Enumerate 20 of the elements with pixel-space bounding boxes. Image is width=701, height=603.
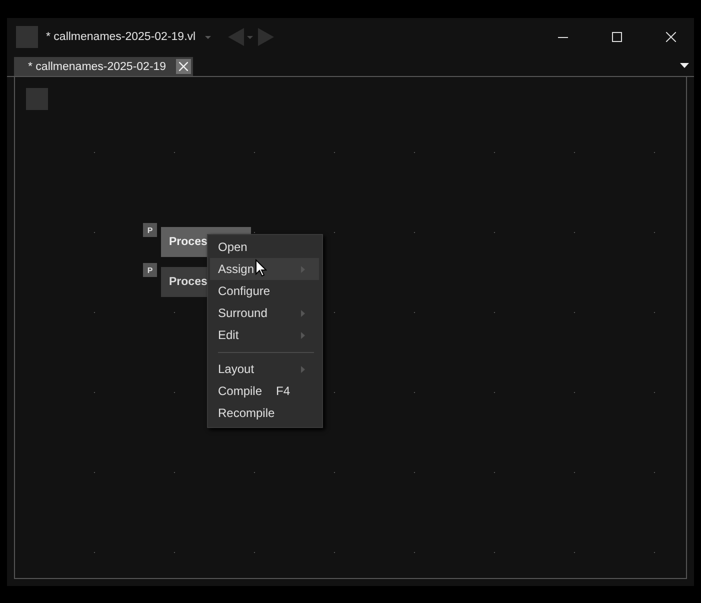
- menu-item[interactable]: Assign: [210, 258, 319, 280]
- canvas-square-icon[interactable]: [26, 88, 48, 110]
- menu-item[interactable]: Compile F4: [210, 380, 319, 402]
- app-icon[interactable]: [16, 26, 38, 48]
- menu-item[interactable]: Edit: [210, 324, 319, 346]
- forward-icon[interactable]: [256, 27, 276, 47]
- pin-label[interactable]: P: [143, 263, 157, 277]
- menu-item[interactable]: Surround: [210, 302, 319, 324]
- back-icon[interactable]: [226, 27, 254, 47]
- mouse-cursor-icon: [255, 259, 267, 277]
- menu-item[interactable]: Layout: [210, 358, 319, 380]
- window-title: * callmenames-2025-02-19.vl: [46, 31, 196, 43]
- close-icon: [666, 32, 676, 42]
- dropdown-caret-icon[interactable]: [204, 34, 212, 40]
- document-tab[interactable]: * callmenames-2025-02-19: [14, 57, 194, 76]
- pin-label[interactable]: P: [143, 223, 157, 237]
- maximize-icon: [612, 32, 622, 42]
- close-tab-icon[interactable]: [176, 59, 192, 74]
- menu-item[interactable]: Recompile: [210, 402, 319, 424]
- tab-list-caret-icon[interactable]: [680, 63, 689, 68]
